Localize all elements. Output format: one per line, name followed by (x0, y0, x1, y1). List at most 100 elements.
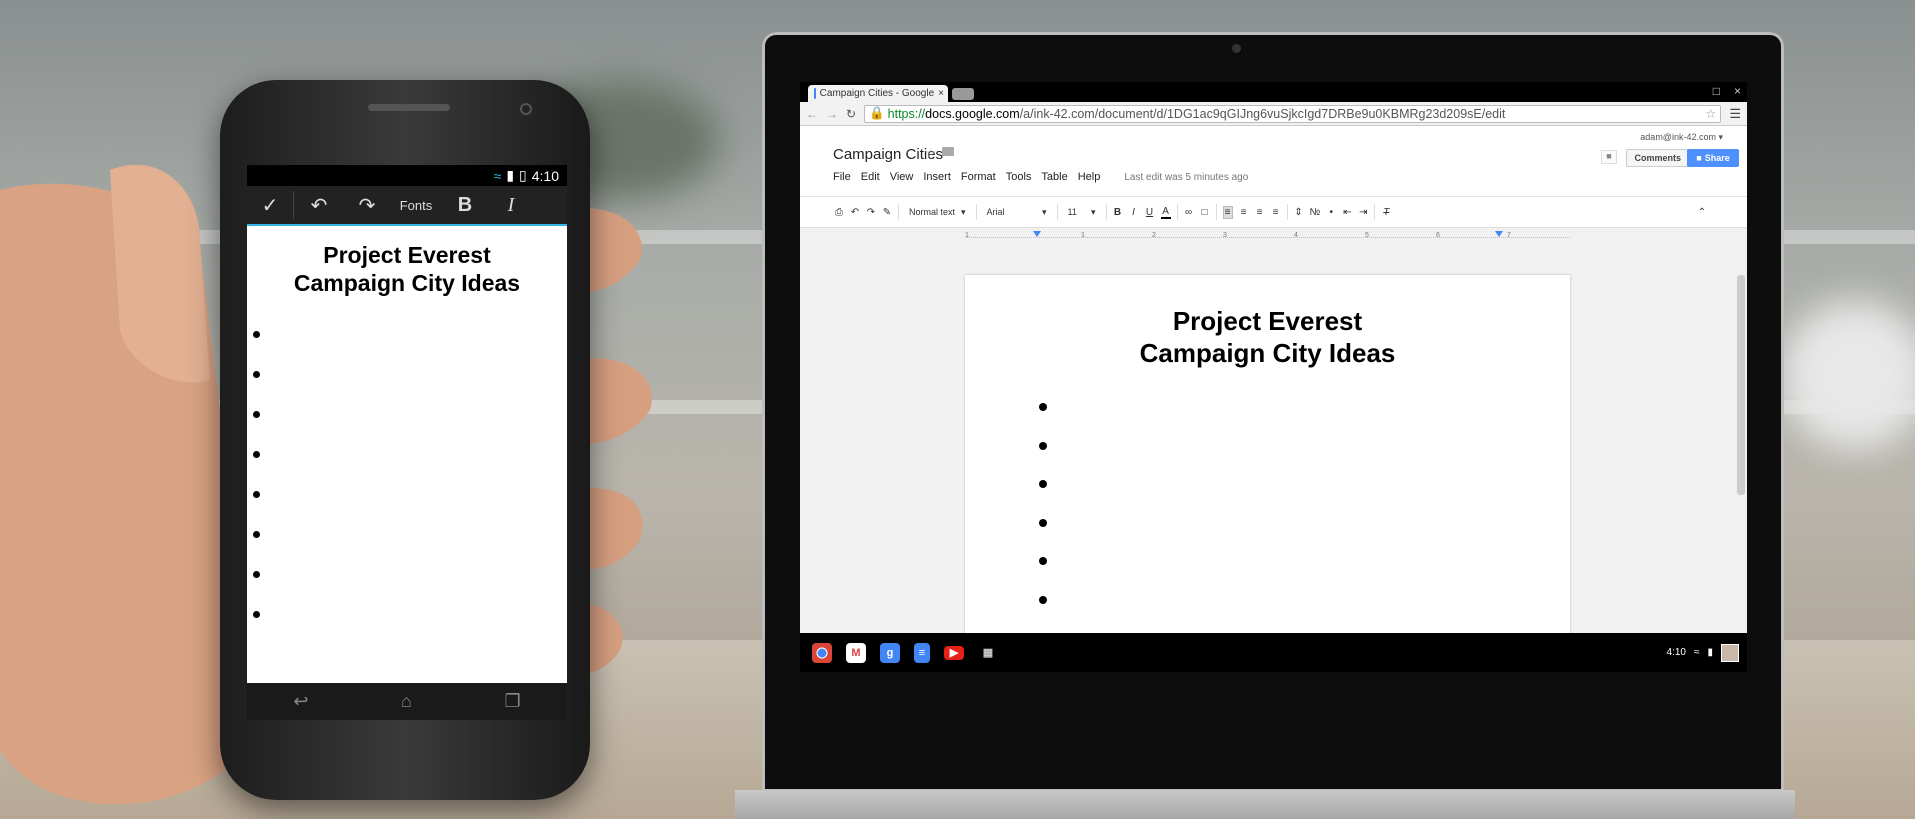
google-search-icon[interactable]: g (880, 642, 900, 663)
list-item-bullet (1039, 403, 1047, 411)
list-item-bullet (253, 491, 260, 498)
close-window-icon[interactable]: × (1734, 84, 1741, 98)
phone-speaker (368, 104, 450, 111)
comment-history-icon[interactable]: ■ (1601, 150, 1617, 164)
underline-icon[interactable]: U (1145, 207, 1155, 218)
docs-favicon-icon (814, 88, 816, 99)
bokeh (1780, 300, 1915, 450)
line-spacing-icon[interactable]: ⇕ (1294, 207, 1304, 218)
menu-file[interactable]: File (833, 171, 851, 183)
phone-status-bar: ≈ ▮ ▯ 4:10 (247, 165, 567, 186)
chrome-icon[interactable] (812, 642, 832, 663)
home-icon[interactable]: ⌂ (401, 691, 412, 712)
menu-format[interactable]: Format (961, 171, 996, 183)
phone-camera (520, 103, 532, 115)
menu-help[interactable]: Help (1078, 171, 1101, 183)
undo-icon[interactable]: ↶ (850, 207, 860, 218)
recents-icon[interactable]: ❐ (505, 691, 521, 712)
chevron-down-icon: ▾ (1042, 206, 1047, 217)
menu-view[interactable]: View (890, 171, 914, 183)
document-page[interactable]: Project Everest Campaign City Ideas (965, 275, 1570, 672)
android-nav-bar: ↩ ⌂ ❐ (247, 683, 567, 720)
youtube-icon[interactable]: ▶ (944, 645, 964, 660)
bold-button[interactable]: B (442, 186, 488, 224)
check-icon[interactable]: ✓ (247, 186, 293, 224)
ruler-label: 4 (1294, 232, 1298, 239)
forward-arrow-icon[interactable]: → (826, 107, 838, 121)
list-item-bullet (253, 571, 260, 578)
back-icon[interactable]: ↩ (293, 691, 308, 712)
redo-icon[interactable]: ↷ (344, 186, 390, 224)
folder-icon[interactable] (942, 147, 954, 156)
comment-icon[interactable]: □ (1200, 207, 1210, 218)
decrease-indent-icon[interactable]: ⇤ (1342, 207, 1352, 218)
back-arrow-icon[interactable]: ← (806, 107, 818, 121)
user-account[interactable]: adam@ink-42.com ▾ (1640, 132, 1723, 143)
bold-icon[interactable]: B (1113, 207, 1123, 218)
list-item-bullet (253, 531, 260, 538)
avatar (1721, 643, 1739, 662)
align-right-icon[interactable]: ≡ (1255, 207, 1265, 218)
justify-icon[interactable]: ≡ (1271, 207, 1281, 218)
last-edit-status[interactable]: Last edit was 5 minutes ago (1124, 172, 1248, 183)
ruler-line (965, 237, 1570, 238)
docs-header: Campaign Cities ☆ File Edit View Insert Form… (800, 126, 1747, 196)
lock-icon: 🔒 (869, 106, 885, 120)
phone-device: ≈ ▮ ▯ 4:10 ✓ ↶ ↷ Fonts B I Project Evere… (220, 80, 590, 800)
phone-doc-title: Project Everest Campaign City Ideas (247, 226, 567, 297)
list-item-bullet (1039, 480, 1047, 489)
apps-launcher-icon[interactable]: ▦ (978, 643, 998, 663)
ruler[interactable]: 1 1 2 3 4 5 6 7 (965, 231, 1570, 244)
bulleted-list-icon[interactable]: • (1326, 207, 1336, 218)
align-left-icon[interactable]: ≡ (1222, 205, 1233, 219)
clear-formatting-icon[interactable]: T (1381, 207, 1391, 218)
link-icon[interactable]: ∞ (1184, 207, 1194, 218)
align-center-icon[interactable]: ≡ (1239, 207, 1249, 218)
wifi-icon: ≈ (493, 167, 502, 184)
numbered-list-icon[interactable]: № (1310, 207, 1321, 218)
phone-time: 4:10 (531, 167, 559, 184)
ruler-label: 1 (965, 232, 969, 239)
menu-insert[interactable]: Insert (923, 171, 951, 183)
italic-button[interactable]: I (488, 186, 534, 224)
browser-tab[interactable]: Campaign Cities - Google × (808, 85, 948, 102)
chrome-menu-icon[interactable]: ☰ (1729, 106, 1741, 122)
increase-indent-icon[interactable]: ⇥ (1358, 207, 1368, 218)
star-icon[interactable]: ☆ (925, 145, 937, 161)
fonts-button[interactable]: Fonts (390, 186, 442, 224)
phone-document[interactable]: Project Everest Campaign City Ideas (247, 226, 567, 683)
laptop-camera (1232, 44, 1241, 53)
address-bar[interactable]: 🔒 https:// docs.google.com /a/ink-42.com… (864, 104, 1722, 123)
print-icon[interactable]: ⎙ (834, 207, 844, 218)
wifi-icon: ≈ (1693, 647, 1700, 658)
laptop-keyboard (735, 790, 1795, 819)
text-color-icon[interactable]: A (1160, 206, 1171, 219)
indent-marker[interactable] (1033, 231, 1041, 237)
share-button[interactable]: ■ Share (1687, 149, 1739, 167)
reload-icon[interactable]: ↻ (846, 107, 856, 121)
menu-table[interactable]: Table (1041, 171, 1067, 183)
new-tab-button[interactable] (952, 88, 974, 100)
laptop-device: Campaign Cities - Google × □ × ← → ↻ 🔒 h… (762, 32, 1784, 792)
ruler-label: 3 (1223, 232, 1227, 239)
bookmark-star-icon[interactable]: ☆ (1705, 106, 1716, 121)
close-tab-icon[interactable]: × (938, 88, 944, 99)
right-indent-marker[interactable] (1495, 231, 1503, 237)
menu-edit[interactable]: Edit (861, 171, 880, 183)
style-select[interactable]: Normal text ▾ (905, 207, 970, 218)
font-size-select[interactable]: 11 ▾ (1064, 207, 1100, 218)
docs-icon[interactable]: ≡ (914, 642, 930, 663)
paint-format-icon[interactable]: ✎ (882, 207, 892, 218)
italic-icon[interactable]: I (1129, 207, 1139, 218)
redo-icon[interactable]: ↷ (866, 207, 876, 218)
system-tray[interactable]: 4:10 ≈ ▮ (1667, 643, 1739, 662)
doc-scrollbar[interactable] (1737, 275, 1745, 495)
menu-tools[interactable]: Tools (1006, 171, 1032, 183)
undo-icon[interactable]: ↶ (294, 186, 344, 224)
comments-button[interactable]: Comments (1626, 149, 1689, 167)
list-item-bullet (253, 331, 260, 338)
gmail-icon[interactable]: M (846, 642, 866, 663)
font-select[interactable]: Arial ▾ (983, 207, 1051, 218)
collapse-menu-icon[interactable]: ⌃ (1697, 207, 1707, 218)
maximize-icon[interactable]: □ (1713, 84, 1720, 98)
